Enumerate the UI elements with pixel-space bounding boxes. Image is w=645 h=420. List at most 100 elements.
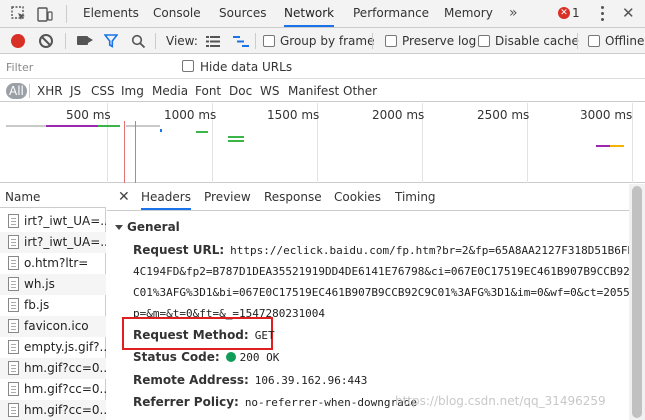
- file-icon: [8, 277, 19, 291]
- timeline-request-bar: [610, 145, 624, 147]
- filter-icon[interactable]: [104, 34, 118, 48]
- toolbar-divider: [255, 33, 256, 49]
- customize-menu-icon[interactable]: [601, 6, 605, 22]
- tab-console[interactable]: Console: [153, 0, 201, 27]
- clear-icon[interactable]: [39, 34, 53, 48]
- offline-label[interactable]: Offline: [605, 28, 644, 54]
- error-count[interactable]: 1: [572, 0, 580, 27]
- watermark: https://blog.csdn.net/qq_31496259: [395, 394, 606, 408]
- tab-preview[interactable]: Preview: [204, 184, 251, 210]
- status-ok-icon: [225, 352, 236, 362]
- type-img[interactable]: Img: [121, 83, 144, 99]
- dom-content-loaded-line: [135, 121, 136, 183]
- request-row[interactable]: fb.js: [0, 295, 106, 316]
- request-url-value: https://eclick.baidu.com/fp.htm?br=2&fp=…: [230, 244, 645, 257]
- details-scrollbar[interactable]: [629, 184, 645, 420]
- request-row[interactable]: hm.gif?cc=0...: [0, 400, 106, 420]
- devtools-tabbar: Elements Console Sources Network Perform…: [0, 0, 645, 28]
- device-toolbar-icon[interactable]: [36, 5, 54, 23]
- timeline-request-bar: [228, 140, 244, 142]
- tab-network[interactable]: Network: [284, 0, 335, 27]
- request-row[interactable]: irt?_iwt_UA=...: [0, 211, 106, 232]
- type-all[interactable]: All: [6, 83, 27, 99]
- record-icon[interactable]: [11, 34, 25, 48]
- type-xhr[interactable]: XHR: [37, 83, 63, 99]
- file-icon: [8, 403, 19, 417]
- request-row[interactable]: irt?_iwt_UA=...: [0, 232, 106, 253]
- request-name: fb.js: [24, 298, 50, 312]
- details-tabbar: ✕ Headers Preview Response Cookies Timin…: [107, 184, 629, 211]
- type-divider: [29, 84, 30, 98]
- preserve-log-label[interactable]: Preserve log: [402, 28, 476, 54]
- group-by-frame-label[interactable]: Group by frame: [280, 28, 374, 54]
- timeline-request-bar: [596, 145, 610, 147]
- group-by-frame-checkbox[interactable]: [263, 35, 275, 47]
- close-details-button[interactable]: ✕: [118, 187, 130, 207]
- type-media[interactable]: Media: [152, 83, 188, 99]
- type-font[interactable]: Font: [195, 83, 221, 99]
- request-url-continuation: C01%3AFG%3D1&bi=067E0C17519EC461B907B9CC…: [133, 286, 630, 299]
- request-row[interactable]: favicon.ico: [0, 316, 106, 337]
- request-row[interactable]: o.htm?ltr=: [0, 253, 106, 274]
- tab-elements[interactable]: Elements: [83, 0, 139, 27]
- toolbar-divider: [372, 33, 373, 49]
- toolbar-divider: [577, 33, 578, 49]
- timeline-request-bar: [196, 131, 208, 133]
- offline-checkbox[interactable]: [588, 35, 600, 47]
- request-name: favicon.ico: [24, 319, 89, 333]
- tab-response[interactable]: Response: [264, 184, 322, 210]
- overview-timeline[interactable]: 500 ms 1000 ms 1500 ms 2000 ms 2500 ms 3…: [0, 103, 645, 183]
- referrer-policy-value: no-referrer-when-downgrade: [244, 396, 417, 409]
- tab-sources[interactable]: Sources: [219, 0, 266, 27]
- tab-timing[interactable]: Timing: [395, 184, 436, 210]
- hide-data-urls-label[interactable]: Hide data URLs: [200, 55, 292, 79]
- file-icon: [8, 298, 19, 312]
- file-icon: [8, 214, 19, 228]
- request-row[interactable]: hm.gif?cc=0...: [0, 379, 106, 400]
- type-js[interactable]: JS: [70, 83, 81, 99]
- type-doc[interactable]: Doc: [229, 83, 252, 99]
- capture-screenshots-icon[interactable]: [77, 36, 93, 45]
- close-devtools-button[interactable]: ✕: [622, 4, 635, 22]
- request-name: hm.gif?cc=0...: [24, 382, 106, 396]
- error-icon[interactable]: ✕: [558, 7, 570, 19]
- request-name: hm.gif?cc=0...: [24, 361, 106, 375]
- disable-cache-label[interactable]: Disable cache: [495, 28, 579, 54]
- type-manifest[interactable]: Manifest: [288, 83, 339, 99]
- overview-icon[interactable]: [233, 36, 249, 47]
- toolbar-divider: [65, 33, 66, 49]
- request-row[interactable]: empty.js.gif?...: [0, 337, 106, 358]
- tab-cookies[interactable]: Cookies: [334, 184, 381, 210]
- hide-data-urls-checkbox[interactable]: [182, 60, 194, 72]
- toolbar-divider: [155, 33, 156, 49]
- request-row[interactable]: hm.gif?cc=0...: [0, 358, 106, 379]
- timeline-request-bar: [228, 136, 244, 138]
- tab-headers[interactable]: Headers: [141, 184, 191, 210]
- remote-address-value: 106.39.162.96:443: [254, 374, 368, 387]
- scrollbar-thumb[interactable]: [632, 186, 642, 418]
- timeline-request-bar: [6, 125, 46, 127]
- more-tabs-button[interactable]: »: [509, 0, 518, 27]
- request-details-pane: ✕ Headers Preview Response Cookies Timin…: [107, 184, 645, 420]
- status-code-value: 200 OK: [239, 351, 280, 364]
- large-rows-icon[interactable]: [206, 36, 220, 47]
- filter-input[interactable]: [3, 57, 169, 77]
- request-row[interactable]: wh.js: [0, 274, 106, 295]
- timeline-tick-label: 1500 ms: [267, 108, 320, 122]
- tab-performance[interactable]: Performance: [353, 0, 429, 27]
- type-ws[interactable]: WS: [260, 83, 279, 99]
- tab-memory[interactable]: Memory: [444, 0, 493, 27]
- request-method-label: Request Method:: [133, 328, 249, 342]
- general-section-header[interactable]: General: [115, 220, 180, 234]
- preserve-log-checkbox[interactable]: [385, 35, 397, 47]
- inspect-element-icon[interactable]: [10, 5, 28, 23]
- search-icon[interactable]: [131, 34, 146, 49]
- request-name: irt?_iwt_UA=...: [24, 214, 106, 228]
- load-event-line: [124, 121, 125, 183]
- filter-bar: Hide data URLs: [0, 55, 645, 79]
- type-other[interactable]: Other: [343, 83, 377, 99]
- file-icon: [8, 235, 19, 249]
- type-css[interactable]: CSS: [91, 83, 115, 99]
- name-column-header[interactable]: Name: [0, 184, 106, 208]
- disable-cache-checkbox[interactable]: [478, 35, 490, 47]
